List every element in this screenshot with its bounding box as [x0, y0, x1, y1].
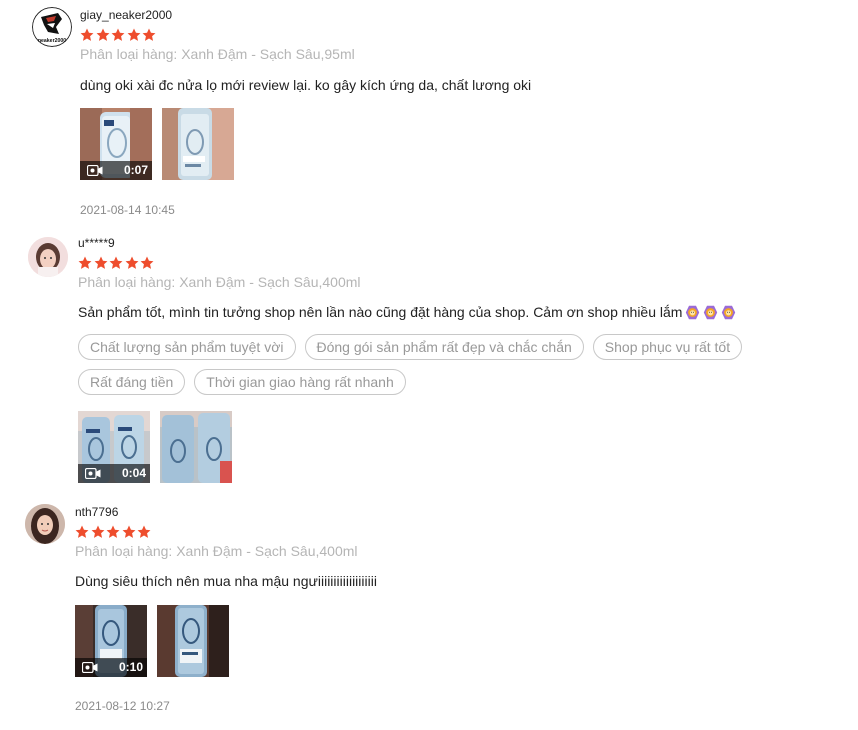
lion-emoji-icon [721, 305, 736, 320]
video-overlay: 0:10 [75, 658, 147, 677]
star-icon [106, 525, 120, 539]
rating-stars [75, 525, 153, 539]
review-tag: Thời gian giao hàng rất nhanh [194, 369, 406, 395]
image-thumbnail[interactable] [157, 605, 229, 677]
rating-stars [78, 256, 156, 270]
lion-emoji-icon [703, 305, 718, 320]
star-icon [111, 28, 125, 42]
star-icon [140, 256, 154, 270]
avatar[interactable] [28, 237, 68, 277]
star-icon [137, 525, 151, 539]
review-item: nth7796 Phân loại hàng: Xanh Đậm - Sạch … [0, 497, 858, 722]
review-tag: Rất đáng tiền [78, 369, 186, 395]
video-overlay: 0:07 [80, 161, 152, 180]
star-icon [94, 256, 108, 270]
username[interactable]: u*****9 [78, 236, 115, 250]
video-duration: 0:07 [123, 163, 148, 177]
review-comment: Dùng siêu thích nên mua nha mậu ngưiiiii… [75, 573, 377, 589]
video-thumbnail[interactable]: 0:07 [80, 108, 152, 180]
review-media: 0:07 [80, 108, 240, 180]
product-variation: Phân loại hàng: Xanh Đậm - Sạch Sâu,95ml [80, 46, 355, 62]
star-icon [125, 256, 139, 270]
video-thumbnail[interactable]: 0:04 [78, 411, 150, 483]
review-item: neaker2000 giay_neaker2000 Phân loại hàn… [0, 0, 858, 225]
video-overlay: 0:04 [78, 464, 150, 483]
video-camera-icon [87, 165, 103, 176]
video-camera-icon [82, 662, 98, 673]
video-duration: 0:04 [121, 466, 146, 480]
star-icon [80, 28, 94, 42]
review-item: u*****9 Phân loại hàng: Xanh Đậm - Sạch … [0, 228, 858, 493]
review-date: 2021-08-14 10:45 [80, 203, 175, 217]
rating-stars [80, 28, 158, 42]
avatar[interactable] [25, 504, 65, 544]
review-tag: Đóng gói sản phẩm rất đẹp và chắc chắn [304, 334, 584, 360]
lion-emoji-icon [685, 305, 700, 320]
video-camera-icon [85, 468, 101, 479]
review-date: 2021-08-12 10:27 [75, 699, 170, 713]
video-duration: 0:10 [118, 660, 143, 674]
star-icon [122, 525, 136, 539]
avatar[interactable]: neaker2000 [32, 7, 72, 47]
review-tag: Chất lượng sản phẩm tuyệt vời [78, 334, 296, 360]
star-icon [78, 256, 92, 270]
review-media: 0:04 [78, 411, 238, 483]
star-icon [96, 28, 110, 42]
star-icon [109, 256, 123, 270]
image-thumbnail[interactable] [162, 108, 234, 180]
review-comment: Sản phẩm tốt, mình tin tưởng shop nên lầ… [78, 304, 736, 320]
review-comment-text: Sản phẩm tốt, mình tin tưởng shop nên lầ… [78, 304, 683, 320]
star-icon [142, 28, 156, 42]
review-tags: Chất lượng sản phẩm tuyệt vời Đóng gói sả… [78, 334, 858, 404]
username[interactable]: nth7796 [75, 505, 118, 519]
image-thumbnail[interactable] [160, 411, 232, 483]
review-tag: Shop phục vụ rất tốt [592, 334, 743, 360]
review-comment: dùng oki xài đc nửa lọ mới review lại. k… [80, 77, 532, 93]
star-icon [127, 28, 141, 42]
product-variation: Phân loại hàng: Xanh Đậm - Sạch Sâu,400m… [78, 274, 361, 290]
star-icon [91, 525, 105, 539]
video-thumbnail[interactable]: 0:10 [75, 605, 147, 677]
avatar-brand-text: neaker2000 [38, 38, 66, 44]
username[interactable]: giay_neaker2000 [80, 8, 172, 22]
review-media: 0:10 [75, 605, 235, 677]
product-variation: Phân loại hàng: Xanh Đậm - Sạch Sâu,400m… [75, 543, 358, 559]
star-icon [75, 525, 89, 539]
